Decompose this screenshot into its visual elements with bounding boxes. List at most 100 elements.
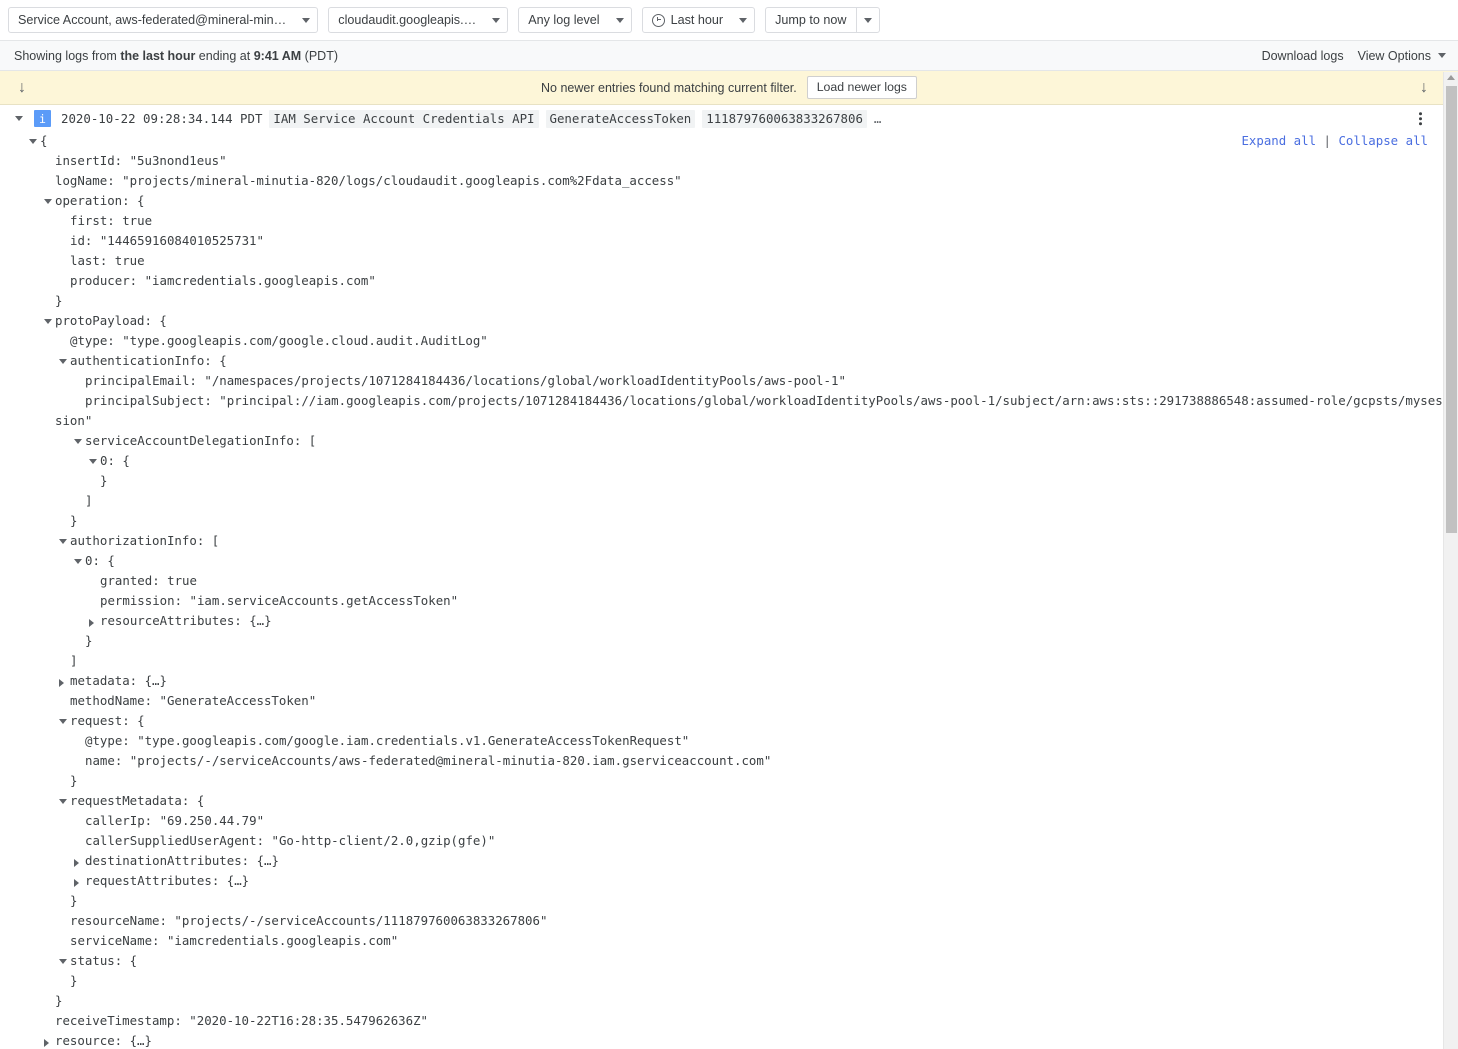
collapse-node-icon[interactable] [89, 458, 97, 464]
banner-message: No newer entries found matching current … [541, 80, 797, 95]
expand-node-icon[interactable] [89, 618, 94, 627]
no-newer-entries-banner: ↓ No newer entries found matching curren… [0, 71, 1458, 105]
json-line: } [40, 471, 1458, 491]
json-line-text: request: { [70, 713, 145, 728]
collapse-node-icon[interactable] [74, 558, 82, 564]
json-line-text: id: "14465916084010525731" [70, 233, 264, 248]
json-line-text: serviceName: "iamcredentials.googleapis.… [70, 933, 399, 948]
collapse-entry-icon[interactable] [15, 116, 23, 121]
json-line-text: } [85, 633, 93, 648]
json-line: } [40, 991, 1458, 1011]
json-line-text: name: "projects/-/serviceAccounts/aws-fe… [85, 753, 772, 768]
json-line: destinationAttributes: {…} [40, 851, 1458, 871]
json-line: callerIp: "69.250.44.79" [40, 811, 1458, 831]
json-line-text: producer: "iamcredentials.googleapis.com… [70, 273, 376, 288]
collapse-node-icon[interactable] [29, 138, 37, 144]
chevron-down-icon [485, 8, 507, 32]
chevron-down-icon [732, 8, 754, 32]
scroll-down-left-icon[interactable]: ↓ [18, 79, 26, 96]
chevron-down-icon [609, 8, 631, 32]
json-line-text: resource: {…} [55, 1033, 152, 1048]
json-line-text: } [100, 473, 108, 488]
view-options-button[interactable]: View Options [1358, 49, 1446, 63]
json-line: requestMetadata: { [40, 791, 1458, 811]
json-line: methodName: "GenerateAccessToken" [40, 691, 1458, 711]
json-line: protoPayload: { [40, 311, 1458, 331]
json-line-text: sion" [55, 413, 93, 428]
json-line-text: granted: true [100, 573, 197, 588]
showing-logs-middle: ending at [195, 48, 254, 63]
json-line-text: } [70, 893, 78, 908]
json-line-text: first: true [70, 213, 153, 228]
filter-time-range[interactable]: Last hour [641, 7, 756, 33]
collapse-node-icon[interactable] [59, 798, 67, 804]
log-entry-json: Expand all | Collapse all {insertId: "5u… [0, 131, 1458, 1049]
scroll-up-icon[interactable] [1447, 75, 1455, 80]
entry-summary-ellipsis: … [873, 111, 882, 126]
json-line-text: serviceAccountDelegationInfo: [ [85, 433, 317, 448]
json-line-text: protoPayload: { [55, 313, 167, 328]
json-line-text: callerIp: "69.250.44.79" [85, 813, 265, 828]
collapse-node-icon[interactable] [59, 538, 67, 544]
chevron-down-icon[interactable] [855, 8, 879, 32]
collapse-node-icon[interactable] [59, 358, 67, 364]
json-line-text: } [55, 993, 63, 1008]
json-line: } [40, 631, 1458, 651]
json-line: insertId: "5u3nond1eus" [40, 151, 1458, 171]
collapse-node-icon[interactable] [59, 958, 67, 964]
json-line-text: operation: { [55, 193, 145, 208]
filter-service-account[interactable]: Service Account, aws-federated@mineral-m… [8, 7, 319, 33]
json-line: @type: "type.googleapis.com/google.iam.c… [40, 731, 1458, 751]
entry-chip-resource[interactable]: 111879760063833267806 [702, 109, 867, 128]
json-line: authenticationInfo: { [40, 351, 1458, 371]
json-line: metadata: {…} [40, 671, 1458, 691]
json-line-text: destinationAttributes: {…} [85, 853, 279, 868]
expand-node-icon[interactable] [59, 678, 64, 687]
filter-log-level[interactable]: Any log level [518, 7, 632, 33]
entry-chip-service[interactable]: IAM Service Account Credentials API [269, 109, 539, 128]
collapse-node-icon[interactable] [44, 198, 52, 204]
entry-chip-method[interactable]: GenerateAccessToken [545, 109, 696, 128]
json-line-text: 0: { [85, 553, 115, 568]
log-entry-header[interactable]: i 2020-10-22 09:28:34.144 PDT IAM Servic… [0, 106, 1458, 131]
expand-node-icon[interactable] [74, 878, 79, 887]
json-line: serviceName: "iamcredentials.googleapis.… [40, 931, 1458, 951]
json-line: serviceAccountDelegationInfo: [ [40, 431, 1458, 451]
json-line: 0: { [40, 551, 1458, 571]
strip-actions: Download logs View Options [1262, 49, 1446, 63]
collapse-node-icon[interactable] [59, 718, 67, 724]
vertical-scrollbar[interactable] [1443, 72, 1458, 1049]
showing-logs-strip: Showing logs from the last hour ending a… [0, 41, 1458, 71]
filter-time-range-text: Last hour [670, 12, 724, 27]
json-line: sion" [40, 411, 1458, 431]
filter-time-range-label: Last hour [643, 8, 733, 32]
logs-viewer: Service Account, aws-federated@mineral-m… [0, 0, 1458, 1049]
load-newer-logs-button[interactable]: Load newer logs [806, 75, 917, 100]
json-line-text: permission: "iam.serviceAccounts.getAcce… [100, 593, 459, 608]
json-line: } [40, 891, 1458, 911]
expand-node-icon[interactable] [44, 1038, 49, 1047]
json-line-text: resourceAttributes: {…} [100, 613, 272, 628]
json-line: } [40, 291, 1458, 311]
jump-to-now-button[interactable]: Jump to now [765, 7, 880, 33]
json-line-text: ] [70, 653, 78, 668]
collapse-node-icon[interactable] [74, 438, 82, 444]
more-options-icon[interactable] [1412, 111, 1428, 126]
json-line-text: } [55, 293, 63, 308]
scrollbar-thumb[interactable] [1446, 86, 1457, 533]
collapse-node-icon[interactable] [44, 318, 52, 324]
json-line-text: logName: "projects/mineral-minutia-820/l… [55, 173, 682, 188]
json-line: request: { [40, 711, 1458, 731]
showing-logs-time: 9:41 AM [253, 48, 302, 63]
download-logs-button[interactable]: Download logs [1262, 49, 1344, 63]
json-line-text: resourceName: "projects/-/serviceAccount… [70, 913, 548, 928]
filter-toolbar: Service Account, aws-federated@mineral-m… [0, 0, 1458, 41]
scroll-down-right-icon[interactable]: ↓ [1420, 79, 1428, 96]
json-line-text: authorizationInfo: [ [70, 533, 220, 548]
json-line-text: status: { [70, 953, 138, 968]
json-line: producer: "iamcredentials.googleapis.com… [40, 271, 1458, 291]
expand-node-icon[interactable] [74, 858, 79, 867]
json-line-text: ] [85, 493, 93, 508]
json-line: principalEmail: "/namespaces/projects/10… [40, 371, 1458, 391]
filter-log-name[interactable]: cloudaudit.googleapis.… [328, 7, 509, 33]
